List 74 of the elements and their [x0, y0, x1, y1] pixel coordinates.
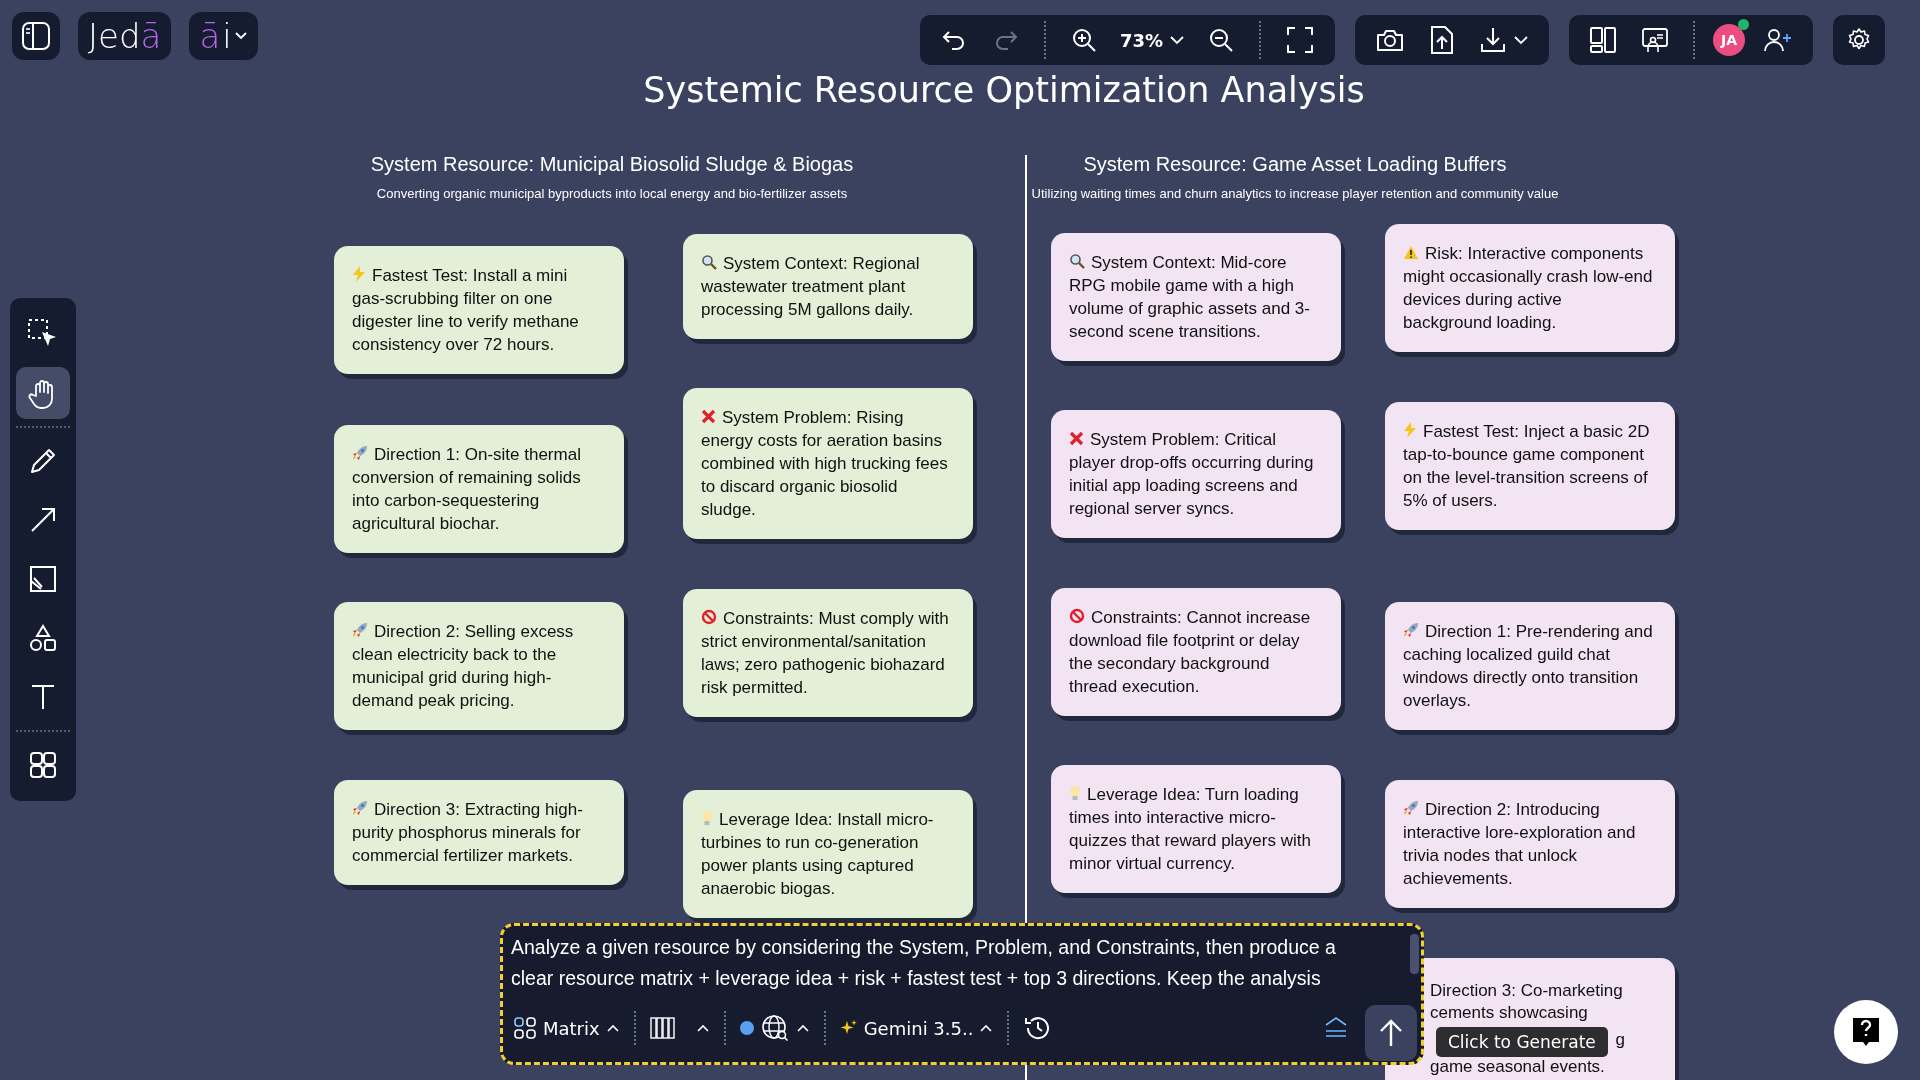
scrollbar[interactable] [1410, 934, 1419, 974]
download-icon [1479, 25, 1507, 55]
settings-button[interactable] [1833, 15, 1885, 65]
grid-icon [513, 1016, 537, 1040]
caret-icon [695, 1023, 710, 1033]
board-title: Systemic Resource Optimization Analysis [642, 70, 1366, 110]
sidebar-toggle-button[interactable] [12, 12, 60, 60]
rocket-icon [1403, 622, 1419, 638]
prohibited-icon [1069, 608, 1085, 624]
cross-icon [1069, 431, 1084, 446]
zoom-level-dropdown[interactable]: 73% [1115, 29, 1189, 51]
hand-tool[interactable] [16, 367, 70, 419]
note-text: Constraints: Cannot increase download file footprint or delay the secondary background thread execution. [1069, 607, 1312, 698]
note-text: System Context: Regional wastewater treatment plant processing 5M gallons daily. [701, 253, 921, 321]
prompt-input[interactable]: Analyze a given resource by considering the System, Problem, and Constraints, then produce a clear resource matrix + leverage idea + risk + fastest test + top 3 directions. Keep the analysis [511, 932, 1351, 994]
note-text: Direction 1: Pre-rendering and caching localized guild chat windows directly onto transition overlays. [1403, 621, 1654, 712]
mode-dropdown[interactable]: Matrix [511, 1016, 622, 1040]
caret-icon [979, 1023, 994, 1033]
caret-icon [795, 1023, 810, 1033]
note-text: System Context: Mid-core RPG mobile game with a high volume of graphic assets and 3-second scene transitions. [1069, 252, 1311, 343]
globe-icon [759, 1013, 790, 1043]
magnifier-icon [1069, 253, 1085, 269]
file-upload-icon [1429, 24, 1455, 56]
note-text: Fastest Test: Inject a basic 2D tap-to-bounce game component on the level-transition screens of 5% of users. [1403, 421, 1651, 512]
caret-icon [605, 1023, 620, 1033]
column-heading: System Resource: Game Asset Loading Buffers [1083, 153, 1507, 176]
note-text: System Problem: Rising energy costs for aeration basins combined with high trucking fees to discard organic biosolid sludge. [701, 407, 949, 521]
sidebar-icon [21, 21, 51, 51]
caret-icon [233, 31, 248, 41]
rocket-icon [352, 800, 368, 816]
prohibited-icon [701, 609, 717, 625]
lightning-icon [352, 266, 366, 282]
rocket-icon [1403, 800, 1419, 816]
note-text: Risk: Interactive components might occasionally crash low-end devices during active background loading. [1403, 243, 1654, 334]
column-subheading: Converting organic municipal byproducts into local energy and bio-fertilizer assets [376, 186, 848, 201]
lightning-icon [1403, 422, 1417, 438]
collapse-icon [1323, 1016, 1349, 1040]
layout-icon [1589, 25, 1617, 55]
jeda-logo[interactable]: Jedā [78, 12, 172, 60]
note-text: Direction 2: Selling excess clean electricity back to the municipal grid during high-demand peak pricing. [352, 621, 575, 712]
rocket-icon [352, 445, 368, 461]
note-text: Constraints: Must comply with strict environmental/sanitation laws; zero pathogenic biohazard risk permitted. [701, 608, 950, 699]
warning-icon [1403, 245, 1419, 260]
note-text: Leverage Idea: Install micro-turbines to run co-generation power plants using captured anaerobic biogas. [701, 809, 935, 900]
generate-tooltip: Click to Generate [1436, 1027, 1608, 1057]
up-arrow-icon [1378, 1018, 1404, 1048]
send-button[interactable] [1365, 1005, 1417, 1061]
caret-icon [1513, 35, 1529, 45]
user-avatar[interactable]: JA [1713, 24, 1745, 56]
ai-menu-button[interactable]: ā i [189, 12, 258, 60]
note-text: g [1615, 1029, 1625, 1051]
column-heading: System Resource: Municipal Biosolid Sludge & Biogas [370, 153, 854, 176]
note-text: Leverage Idea: Turn loading times into interactive micro-quizzes that reward players with minor virtual currency. [1069, 784, 1312, 875]
note-text: Direction 1: On-site thermal conversion of remaining solids into carbon-sequestering agricultural biochar. [352, 444, 582, 535]
note-text: System Problem: Critical player drop-offs occurring during initial app loading screens and regional server syncs. [1069, 429, 1315, 520]
model-dropdown[interactable]: Gemini 3.5.. [837, 1017, 996, 1039]
note-text: game seasonal events. [1430, 1056, 1606, 1078]
note-text: cements showcasing [1430, 1002, 1589, 1024]
note-text: Fastest Test: Install a mini gas-scrubbing filter on one digester line to verify methane consistency over 72 hours. [352, 265, 580, 356]
note-text: Direction 3: Co-marketing [1430, 980, 1624, 1002]
columns-icon [649, 1016, 676, 1040]
note-text: Direction 2: Introducing interactive lore-exploration and trivia nodes that unlock achievements. [1403, 799, 1637, 890]
cross-icon [701, 409, 716, 424]
zoom-out-icon [1207, 26, 1235, 54]
bulb-icon [701, 810, 713, 826]
note-text: Direction 3: Extracting high-purity phosphorus minerals for commercial fertilizer markets. [352, 799, 584, 867]
add-user-icon [1763, 26, 1793, 54]
fullscreen-icon [1285, 25, 1315, 55]
caret-icon [1169, 35, 1185, 45]
column-subheading: Utilizing waiting times and churn analytics to increase player retention and community value [1031, 186, 1559, 201]
bulb-icon [1069, 785, 1081, 801]
rocket-icon [352, 622, 368, 638]
presenter-icon [1641, 26, 1669, 54]
magnifier-icon [701, 254, 717, 270]
